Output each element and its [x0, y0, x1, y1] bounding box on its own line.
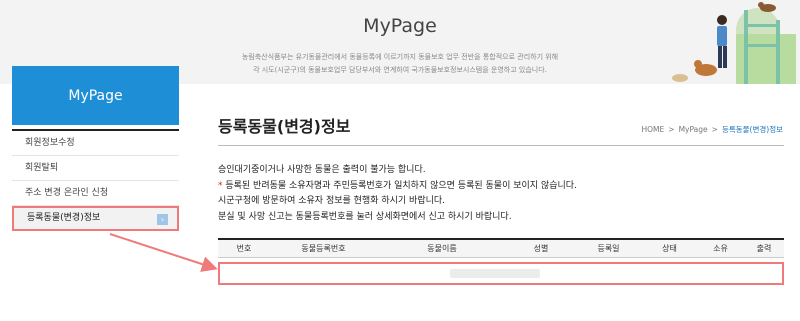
table-header: 번호 동물등록번호 동물이름 성별 등록일 상태 소유 출력	[218, 238, 784, 258]
registered-animals-table: 번호 동물등록번호 동물이름 성별 등록일 상태 소유 출력	[218, 238, 784, 285]
page-title: 등록동물(변경)정보	[218, 117, 351, 136]
blurred-content	[450, 269, 540, 278]
chevron-right-icon: ›	[157, 214, 168, 225]
notice-line-1: 승인대기중이거나 사망한 동물은 출력이 불가능 합니다.	[218, 165, 426, 175]
breadcrumb-separator: >	[711, 125, 718, 134]
sidebar-item-edit-member-info[interactable]: 회원정보수정	[12, 131, 179, 156]
breadcrumb-current: 등록동물(변경)정보	[721, 125, 783, 134]
notice-line-3: 시군구청에 방문하여 소유자 정보를 현행화 하시기 바랍니다.	[218, 196, 446, 206]
column-header-ownership: 소유	[713, 244, 728, 253]
breadcrumb-mypage[interactable]: MyPage	[679, 125, 708, 134]
notice-line-2: * 등록된 반려동물 소유자명과 주민등록번호가 일치하지 않으면 등록된 동물…	[218, 180, 577, 191]
notice-line-4: 분실 및 사망 신고는 동물등록번호를 눌러 상세화면에서 신고 하시기 바랍니…	[218, 211, 512, 222]
column-header-sex: 성별	[533, 244, 549, 253]
column-header-number: 번호	[236, 244, 252, 253]
sidebar-item-label: 주소 변경 온라인 신청	[25, 188, 109, 198]
banner-desc-line-2: 각 시도(시군구)의 동물보호업무 담당부서와 연계하여 국가동물보호정보시스템…	[253, 66, 547, 74]
column-header-print: 출력	[756, 244, 772, 253]
breadcrumb: HOME > MyPage > 등록동물(변경)정보	[642, 124, 784, 135]
sidebar-item-withdraw-membership[interactable]: 회원탈퇴	[12, 156, 179, 181]
column-header-registration-date: 등록일	[597, 244, 620, 253]
column-header-registration-number: 동물등록번호	[301, 244, 346, 253]
breadcrumb-separator: >	[668, 125, 675, 134]
sidebar-menu: 회원정보수정 회원탈퇴 주소 변경 온라인 신청 등록동물(변경)정보 ›	[12, 129, 179, 231]
sidebar-item-label: 회원정보수정	[25, 138, 75, 148]
column-header-animal-name: 동물이름	[427, 244, 457, 253]
title-divider	[218, 145, 784, 146]
sidebar-item-registered-animal-info[interactable]: 등록동물(변경)정보 ›	[12, 206, 179, 231]
banner-illustration-person-with-dogs	[672, 2, 796, 84]
sidebar-title: MyPage	[12, 66, 179, 125]
notice-text: 승인대기중이거나 사망한 동물은 출력이 불가능 합니다. * 등록된 반려동물…	[218, 163, 577, 225]
breadcrumb-home[interactable]: HOME	[642, 125, 665, 134]
banner-description: 농림축산식품부는 유기동물관리에서 동물등록에 이르기까지 동물보호 업무 전반…	[200, 51, 600, 77]
sidebar-item-label: 회원탈퇴	[25, 163, 59, 173]
column-header-status: 상태	[662, 244, 677, 253]
table-row[interactable]	[218, 262, 784, 285]
sidebar-item-address-change[interactable]: 주소 변경 온라인 신청	[12, 181, 179, 206]
banner-desc-line-1: 농림축산식품부는 유기동물관리에서 동물등록에 이르기까지 동물보호 업무 전반…	[241, 53, 559, 61]
sidebar-item-label: 등록동물(변경)정보	[27, 213, 101, 223]
